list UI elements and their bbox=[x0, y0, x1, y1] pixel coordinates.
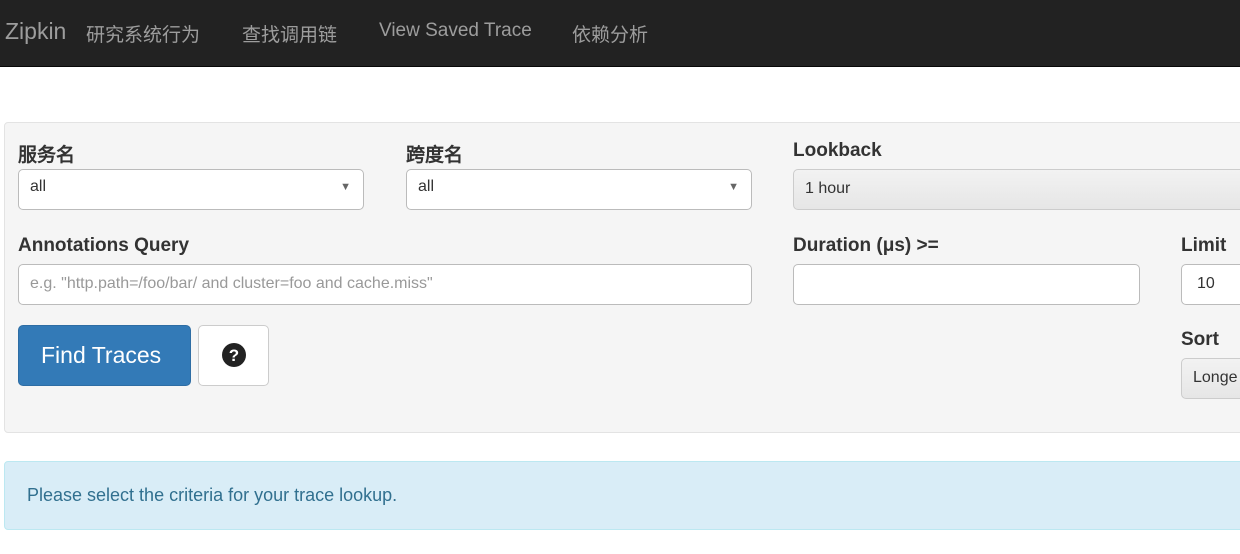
find-traces-button[interactable]: Find Traces bbox=[18, 325, 191, 386]
nav-item-find-traces[interactable]: 查找调用链 bbox=[242, 20, 337, 47]
brand-link[interactable]: Zipkin bbox=[5, 18, 66, 45]
span-label: 跨度名 bbox=[406, 145, 464, 166]
chevron-down-icon: ▼ bbox=[728, 181, 739, 193]
limit-value: 10 bbox=[1197, 275, 1215, 292]
sort-label: Sort bbox=[1181, 329, 1219, 350]
annotations-placeholder: e.g. "http.path=/foo/bar/ and cluster=fo… bbox=[30, 275, 433, 292]
service-value: all bbox=[30, 178, 47, 195]
duration-input[interactable] bbox=[793, 264, 1140, 305]
duration-label: Duration (μs) >= bbox=[793, 235, 939, 256]
sort-select[interactable]: Longe bbox=[1181, 358, 1240, 399]
service-select[interactable]: all ▼ bbox=[18, 169, 364, 210]
help-button[interactable]: ? bbox=[198, 325, 269, 386]
find-traces-label: Find Traces bbox=[41, 342, 162, 368]
alert-message: Please select the criteria for your trac… bbox=[27, 485, 398, 505]
limit-label: Limit bbox=[1181, 235, 1227, 256]
annotations-label: Annotations Query bbox=[18, 235, 190, 256]
span-value: all bbox=[418, 178, 435, 195]
question-circle-icon: ? bbox=[222, 343, 246, 367]
chevron-down-icon: ▼ bbox=[340, 181, 351, 193]
annotations-input[interactable]: e.g. "http.path=/foo/bar/ and cluster=fo… bbox=[18, 264, 752, 305]
lookback-label: Lookback bbox=[793, 140, 882, 161]
nav-item-research[interactable]: 研究系统行为 bbox=[86, 20, 200, 47]
info-alert: Please select the criteria for your trac… bbox=[4, 461, 1240, 530]
lookback-value: 1 hour bbox=[805, 180, 851, 197]
nav-item-view-saved-trace[interactable]: View Saved Trace bbox=[379, 20, 532, 42]
sort-value: Longe bbox=[1193, 369, 1238, 386]
svg-text:?: ? bbox=[229, 346, 239, 365]
navbar: Zipkin 研究系统行为 查找调用链 View Saved Trace 依赖分… bbox=[0, 0, 1240, 67]
nav-item-dependencies[interactable]: 依赖分析 bbox=[572, 20, 648, 47]
lookback-select[interactable]: 1 hour bbox=[793, 169, 1240, 210]
span-select[interactable]: all ▼ bbox=[406, 169, 752, 210]
service-label: 服务名 bbox=[18, 145, 76, 166]
limit-input[interactable]: 10 bbox=[1181, 264, 1240, 305]
